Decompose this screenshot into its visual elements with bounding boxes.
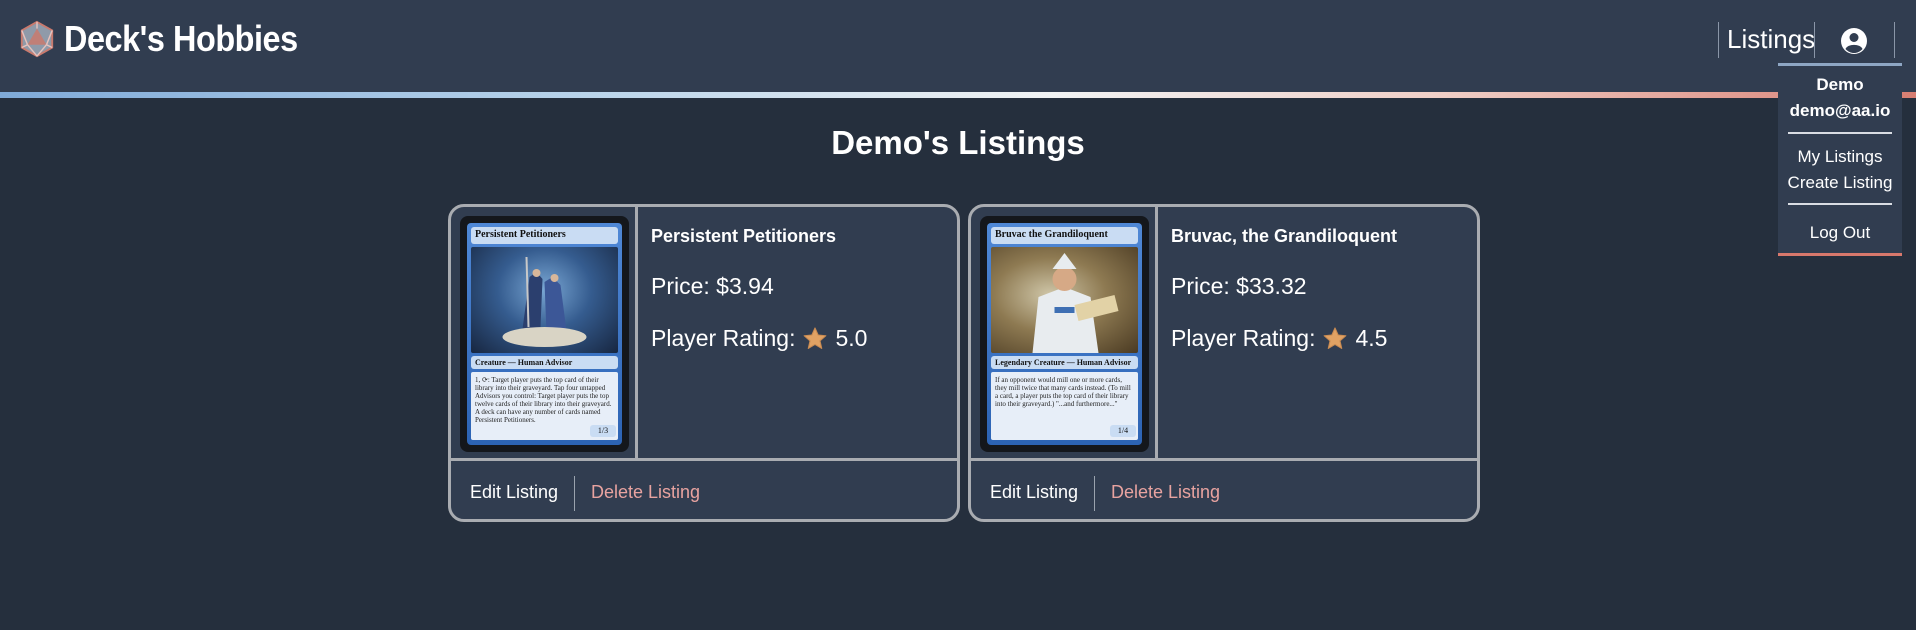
- create-listing-link[interactable]: Create Listing: [1778, 173, 1902, 193]
- listing-actions: Edit Listing Delete Listing: [971, 464, 1477, 519]
- listing-info: Persistent Petitioners Price: $3.94 Play…: [638, 207, 957, 461]
- edit-listing-button[interactable]: Edit Listing: [990, 482, 1078, 503]
- action-divider: [574, 476, 575, 511]
- card-illustration: [991, 247, 1138, 353]
- card-image[interactable]: Persistent Petitioners Creature — Human …: [460, 216, 629, 452]
- listing-price: Price: $3.94: [651, 273, 774, 299]
- dropdown-divider: [1788, 203, 1892, 205]
- user-circle-icon: [1841, 28, 1867, 54]
- rating-value: 4.5: [1355, 325, 1388, 351]
- bruvac-figure-icon: [1032, 253, 1119, 353]
- card-image-title: Bruvac the Grandiloquent: [991, 227, 1138, 244]
- card-image-column: Persistent Petitioners Creature — Human …: [451, 207, 638, 461]
- card-frame: Bruvac the Grandiloquent Legendary Creat…: [987, 223, 1142, 445]
- action-divider: [1094, 476, 1095, 511]
- nav-listings-link[interactable]: Listings: [1727, 24, 1815, 55]
- card-frame: Persistent Petitioners Creature — Human …: [467, 223, 622, 445]
- listing-details: Persistent Petitioners Creature — Human …: [451, 207, 957, 461]
- petitioners-figures-icon: [502, 256, 587, 347]
- delete-listing-button[interactable]: Delete Listing: [591, 482, 700, 503]
- rating-value: 5.0: [835, 325, 868, 351]
- page-title: Demo's Listings: [831, 124, 1085, 161]
- star-icon: [1324, 326, 1347, 349]
- header-gradient-bar: [0, 92, 1916, 98]
- top-navbar: Deck's Hobbies Listings: [0, 0, 1916, 92]
- listing-actions: Edit Listing Delete Listing: [451, 464, 957, 519]
- rating-label: Player Rating:: [651, 325, 796, 351]
- card-image-type: Legendary Creature — Human Advisor: [991, 356, 1138, 369]
- nav-divider: [1814, 22, 1815, 58]
- card-image[interactable]: Bruvac the Grandiloquent Legendary Creat…: [980, 216, 1149, 452]
- card-image-column: Bruvac the Grandiloquent Legendary Creat…: [971, 207, 1158, 461]
- dropdown-email: demo@aa.io: [1789, 101, 1891, 120]
- nav-divider: [1718, 22, 1719, 58]
- listing-info: Bruvac, the Grandiloquent Price: $33.32 …: [1158, 207, 1477, 461]
- listing-price: Price: $33.32: [1171, 273, 1307, 299]
- logout-button[interactable]: Log Out: [1778, 223, 1902, 243]
- edit-listing-button[interactable]: Edit Listing: [470, 482, 558, 503]
- listing-name: Persistent Petitioners: [651, 226, 837, 246]
- card-image-pt: 1/3: [590, 425, 616, 437]
- delete-listing-button[interactable]: Delete Listing: [1111, 482, 1220, 503]
- card-image-type: Creature — Human Advisor: [471, 356, 618, 369]
- rating-label: Player Rating:: [1171, 325, 1316, 351]
- nav-divider: [1894, 22, 1895, 58]
- app-title: Deck's Hobbies: [64, 18, 298, 59]
- d20-dice-icon: [20, 20, 54, 58]
- dropdown-username: Demo: [1816, 75, 1864, 94]
- star-icon: [804, 326, 827, 349]
- listing-card: Persistent Petitioners Creature — Human …: [448, 204, 960, 522]
- listing-rating: Player Rating: 5.0: [651, 325, 867, 352]
- home-logo-link[interactable]: Deck's Hobbies: [18, 18, 324, 60]
- user-menu-button[interactable]: [1839, 26, 1869, 56]
- card-image-title: Persistent Petitioners: [471, 227, 618, 244]
- listing-rating: Player Rating: 4.5: [1171, 325, 1387, 352]
- listing-card: Bruvac the Grandiloquent Legendary Creat…: [968, 204, 1480, 522]
- card-illustration: [471, 247, 618, 353]
- listing-details: Bruvac the Grandiloquent Legendary Creat…: [971, 207, 1477, 461]
- card-image-pt: 1/4: [1110, 425, 1136, 437]
- listing-name: Bruvac, the Grandiloquent: [1171, 226, 1398, 246]
